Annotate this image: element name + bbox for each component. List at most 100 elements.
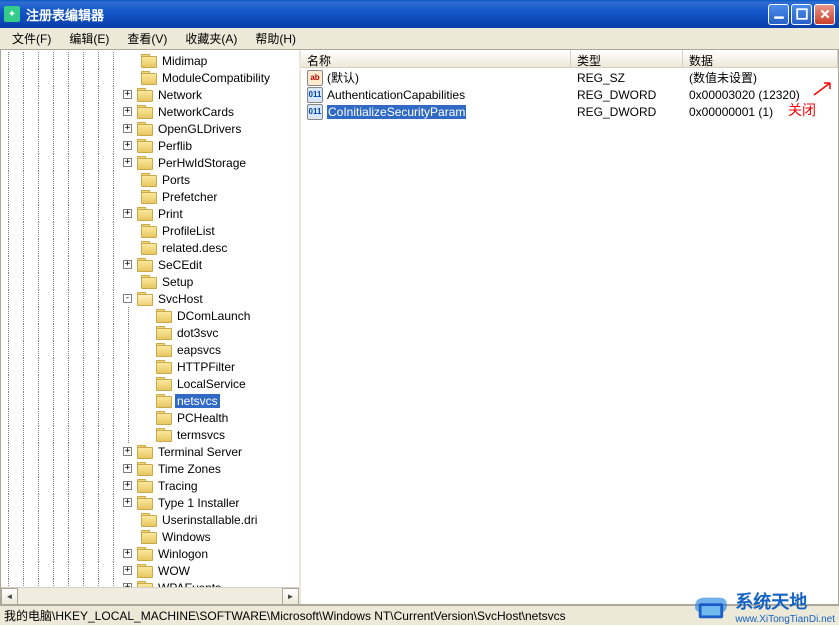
folder-icon: [141, 173, 157, 186]
tree-node[interactable]: ModuleCompatibility: [1, 69, 299, 86]
expand-toggle[interactable]: +: [123, 141, 132, 150]
tree-node[interactable]: + Tracing: [1, 477, 299, 494]
tree-node-label: related.desc: [160, 241, 229, 255]
value-type: REG_DWORD: [571, 105, 683, 119]
col-header-name[interactable]: 名称: [301, 50, 571, 67]
menu-edit[interactable]: 编辑(E): [61, 28, 117, 49]
folder-icon: [156, 360, 172, 373]
tree-node-label: Print: [156, 207, 185, 221]
tree-node-label: OpenGLDrivers: [156, 122, 243, 136]
tree-node[interactable]: +Perflib: [1, 137, 299, 154]
binary-value-icon: 011: [307, 87, 323, 103]
tree-node[interactable]: + OpenGLDrivers: [1, 120, 299, 137]
tree-node[interactable]: + Print: [1, 205, 299, 222]
tree-node-label: Network: [156, 88, 204, 102]
expand-spacer: [123, 192, 136, 201]
close-button[interactable]: [814, 4, 835, 25]
tree-h-scrollbar[interactable]: ◄ ►: [1, 587, 299, 604]
col-header-type[interactable]: 类型: [571, 50, 683, 67]
expand-toggle[interactable]: +: [123, 481, 132, 490]
expand-toggle[interactable]: +: [123, 124, 132, 133]
tree-node[interactable]: Windows: [1, 528, 299, 545]
tree-node[interactable]: dot3svc: [1, 324, 299, 341]
tree-node[interactable]: +Winlogon: [1, 545, 299, 562]
expand-toggle[interactable]: +: [123, 447, 132, 456]
expand-toggle[interactable]: +: [123, 209, 132, 218]
tree-node-label: Midimap: [160, 54, 209, 68]
tree-node[interactable]: + Network: [1, 86, 299, 103]
value-row[interactable]: ab(默认)REG_SZ(数值未设置): [301, 69, 838, 86]
tree-node[interactable]: +WOW: [1, 562, 299, 579]
minimize-button[interactable]: [768, 4, 789, 25]
tree-node-label: HTTPFilter: [175, 360, 237, 374]
tree-node-label: Terminal Server: [156, 445, 244, 459]
tree-node[interactable]: termsvcs: [1, 426, 299, 443]
tree-node-label: Tracing: [156, 479, 200, 493]
folder-icon: [141, 275, 157, 288]
tree-node-label: netsvcs: [175, 394, 220, 408]
tree-node-label: SeCEdit: [156, 258, 204, 272]
content-area: MidimapModuleCompatibility + Network+Netwo…: [0, 50, 839, 605]
tree-node-label: eapsvcs: [175, 343, 223, 357]
menu-view[interactable]: 查看(V): [119, 28, 175, 49]
tree-node[interactable]: Prefetcher: [1, 188, 299, 205]
expand-toggle[interactable]: +: [123, 260, 132, 269]
folder-icon: [156, 428, 172, 441]
menu-file[interactable]: 文件(F): [4, 28, 59, 49]
folder-icon: [141, 224, 157, 237]
tree-node[interactable]: + SeCEdit: [1, 256, 299, 273]
tree-node[interactable]: + Terminal Server: [1, 443, 299, 460]
scroll-right-button[interactable]: ►: [282, 588, 299, 604]
tree-node-label: Setup: [160, 275, 195, 289]
tree-node[interactable]: ProfileList: [1, 222, 299, 239]
tree-node[interactable]: PCHealth: [1, 409, 299, 426]
tree-node[interactable]: HTTPFilter: [1, 358, 299, 375]
tree-node[interactable]: DComLaunch: [1, 307, 299, 324]
folder-icon: [137, 139, 153, 152]
menu-help[interactable]: 帮助(H): [247, 28, 304, 49]
expand-toggle[interactable]: +: [123, 90, 132, 99]
tree-node[interactable]: netsvcs: [1, 392, 299, 409]
value-data: 0x00003020 (12320): [683, 88, 838, 102]
app-icon: ✦: [4, 6, 20, 22]
value-row[interactable]: 011CoInitializeSecurityParamREG_DWORD0x0…: [301, 103, 838, 120]
expand-toggle[interactable]: +: [123, 158, 132, 167]
tree-node[interactable]: Ports: [1, 171, 299, 188]
tree-node[interactable]: +NetworkCards: [1, 103, 299, 120]
value-row[interactable]: 011AuthenticationCapabilitiesREG_DWORD0x…: [301, 86, 838, 103]
menu-favorites[interactable]: 收藏夹(A): [177, 28, 245, 49]
tree-node[interactable]: +Type 1 Installer: [1, 494, 299, 511]
expand-toggle[interactable]: +: [123, 498, 132, 507]
tree-node[interactable]: eapsvcs: [1, 341, 299, 358]
expand-spacer: [138, 311, 151, 320]
scroll-track[interactable]: [18, 588, 282, 604]
tree-node[interactable]: +Time Zones: [1, 460, 299, 477]
expand-spacer: [123, 226, 136, 235]
tree-node-label: Ports: [160, 173, 192, 187]
tree-node-label: Windows: [160, 530, 213, 544]
tree-node-label: Userinstallable.dri: [160, 513, 259, 527]
expand-spacer: [123, 243, 136, 252]
expand-toggle[interactable]: +: [123, 566, 132, 575]
tree-node-label: SvcHost: [156, 292, 205, 306]
tree-node[interactable]: related.desc: [1, 239, 299, 256]
expand-toggle[interactable]: +: [123, 464, 132, 473]
tree-node[interactable]: Midimap: [1, 52, 299, 69]
tree-node[interactable]: - SvcHost: [1, 290, 299, 307]
maximize-button[interactable]: [791, 4, 812, 25]
scroll-left-button[interactable]: ◄: [1, 588, 18, 604]
tree-node[interactable]: Userinstallable.dri: [1, 511, 299, 528]
list-pane: 名称 类型 数据 ab(默认)REG_SZ(数值未设置)011Authentic…: [301, 50, 838, 604]
folder-icon: [156, 411, 172, 424]
col-header-data[interactable]: 数据: [683, 50, 838, 67]
value-type: REG_SZ: [571, 71, 683, 85]
tree-node[interactable]: +PerHwIdStorage: [1, 154, 299, 171]
expand-toggle[interactable]: +: [123, 107, 132, 116]
tree-node-label: ProfileList: [160, 224, 217, 238]
expand-toggle[interactable]: -: [123, 294, 132, 303]
tree-node[interactable]: Setup: [1, 273, 299, 290]
expand-toggle[interactable]: +: [123, 549, 132, 558]
tree-node-label: termsvcs: [175, 428, 227, 442]
tree-node[interactable]: LocalService: [1, 375, 299, 392]
tree-scroll[interactable]: MidimapModuleCompatibility + Network+Netwo…: [1, 50, 299, 604]
